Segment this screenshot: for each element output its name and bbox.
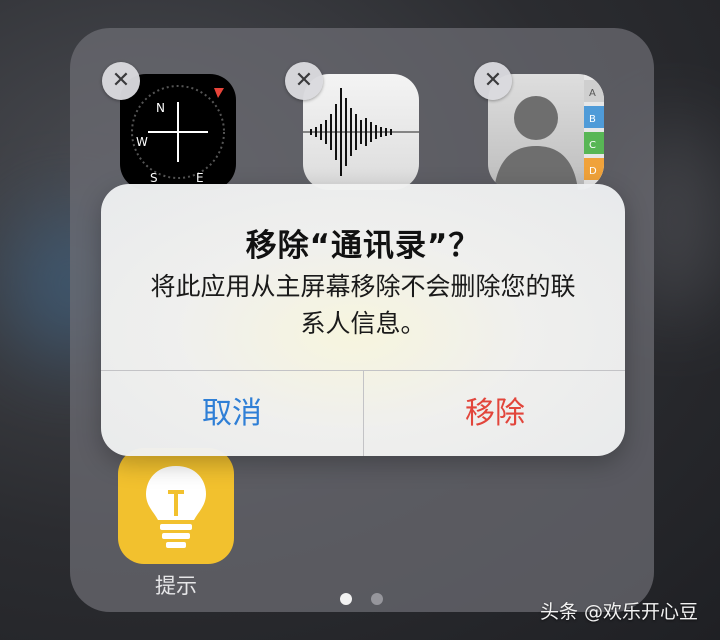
contacts-index-c: C [589,140,596,151]
alert-message: 将此应用从主屏幕移除不会删除您的联 系人信息。 [145,268,581,342]
page-dot-1[interactable] [340,593,352,605]
alert-message-line-2: 系人信息。 [300,309,426,338]
remove-app-alert: 移除“通讯录”？ 将此应用从主屏幕移除不会删除您的联 系人信息。 取消 移除 [101,184,625,456]
compass-icon[interactable]: N W S E [120,74,236,190]
compass-letter-e: E [196,171,204,185]
contacts-index-d: D [589,166,597,177]
alert-title: 移除“通讯录”？ [245,228,481,264]
cancel-button[interactable]: 取消 [101,371,363,456]
tips-icon[interactable] [118,448,234,564]
delete-compass-badge[interactable]: ✕ [102,62,140,100]
delete-voice-memos-badge[interactable]: ✕ [285,62,323,100]
page-dot-2[interactable] [371,593,383,605]
compass-letter-w: W [136,135,148,149]
delete-contacts-badge[interactable]: ✕ [474,62,512,100]
compass-letter-n: N [156,101,165,115]
watermark: 头条 @欢乐开心豆 [539,601,698,623]
remove-button[interactable]: 移除 [364,371,625,456]
contacts-index-a: A [589,88,596,99]
compass-letter-s: S [150,171,158,185]
alert-message-line-1: 将此应用从主屏幕移除不会删除您的联 [150,272,576,301]
contacts-index-b: B [589,114,596,125]
voice-memos-icon[interactable] [303,74,419,190]
tips-label: 提示 [155,574,197,598]
